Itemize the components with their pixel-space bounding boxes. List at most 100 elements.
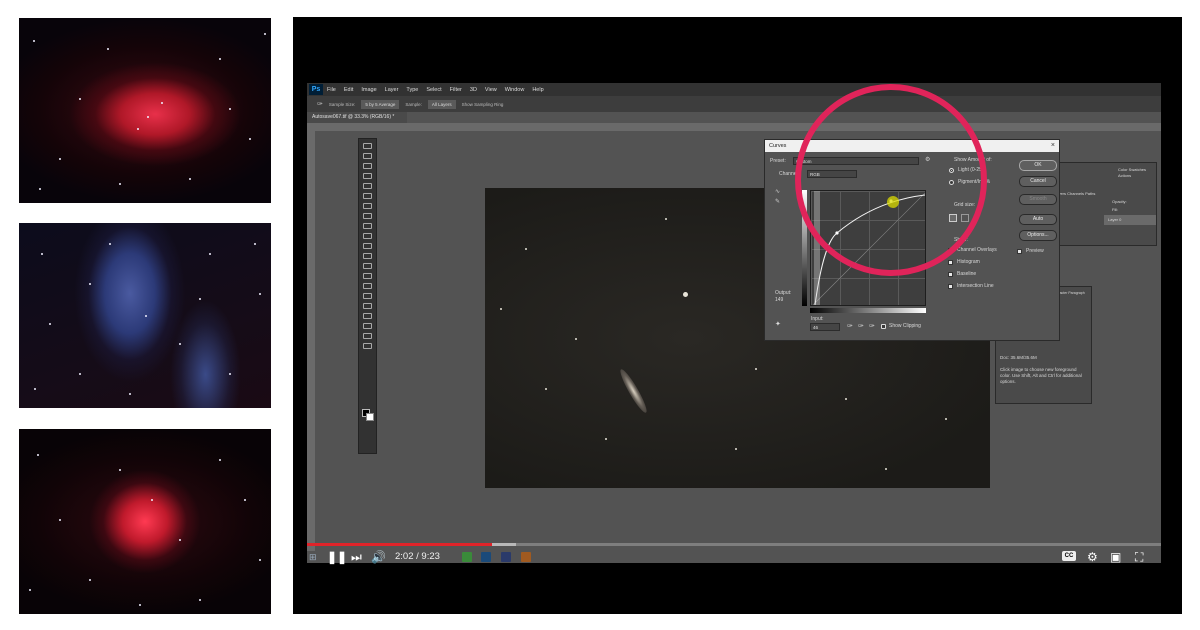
curve-tool-icon[interactable]: ∿: [775, 188, 780, 195]
witch-head-nebula-thumbnail: [19, 223, 271, 408]
ps-menu-help[interactable]: Help: [532, 87, 543, 93]
taskbar-app-icon: [501, 552, 511, 562]
taskbar-app-icon: [521, 552, 531, 562]
move-tool-icon[interactable]: [363, 143, 372, 149]
layers-tabs[interactable]: Layers Channels Paths: [1054, 191, 1095, 197]
sample-size-select[interactable]: 5 by 5 Average: [361, 99, 400, 109]
healing-tool-icon[interactable]: [363, 203, 372, 209]
quick-select-tool-icon[interactable]: [363, 173, 372, 179]
bubble-nebula-thumbnail: [19, 429, 271, 614]
show-sampling-ring-label[interactable]: Show Sampling Ring: [462, 102, 504, 107]
marquee-tool-icon[interactable]: [363, 153, 372, 159]
show-clipping-checkbox[interactable]: [881, 324, 886, 329]
brush-tool-icon[interactable]: [363, 213, 372, 219]
smooth-button[interactable]: Smooth: [1019, 194, 1057, 205]
layer-name: Layer 0: [1108, 217, 1122, 222]
background-color-swatch[interactable]: [366, 413, 374, 421]
cancel-button[interactable]: Cancel: [1019, 176, 1057, 187]
preview-label: Preview: [1026, 248, 1044, 254]
ok-button[interactable]: OK: [1019, 160, 1057, 171]
sample-label: Sample:: [405, 101, 422, 107]
miniplayer-icon[interactable]: ▣: [1110, 550, 1121, 564]
ps-options-bar: ✑ Sample Size: 5 by 5 Average Sample: Al…: [307, 96, 1161, 112]
sample-size-label: Sample Size:: [328, 101, 356, 107]
ps-menu-bar: Ps File Edit Image Layer Type Select Fil…: [307, 83, 1161, 96]
galaxy: [617, 367, 650, 415]
fill-label: Fill:: [1112, 207, 1119, 212]
captions-button[interactable]: CC: [1062, 551, 1076, 561]
zoom-tool-icon[interactable]: [363, 333, 372, 339]
thumbnail-stars: [19, 223, 271, 408]
ps-menu-edit[interactable]: Edit: [344, 87, 353, 93]
show-clipping-label: Show Clipping: [889, 323, 921, 329]
sample-select[interactable]: All Layers: [427, 99, 456, 109]
thumbnail-stars: [19, 429, 271, 614]
more-tools-icon[interactable]: [363, 343, 372, 349]
eyedropper-gray-icon[interactable]: ✑: [858, 322, 864, 330]
preset-label: Preset:: [770, 158, 786, 164]
target-adjust-icon[interactable]: ✦: [775, 320, 781, 328]
document-tab[interactable]: Autosave067.tif @ 33.3% (RGB/16) *: [307, 112, 407, 123]
fullscreen-icon[interactable]: ⛶: [1135, 550, 1143, 564]
input-value-field[interactable]: 46: [810, 323, 840, 331]
settings-icon[interactable]: ⚙: [1087, 550, 1098, 564]
blur-tool-icon[interactable]: [363, 263, 372, 269]
windows-start-icon: ⊞: [309, 552, 317, 562]
ps-menu-layer[interactable]: Layer: [385, 87, 399, 93]
baseline-checkbox[interactable]: [948, 272, 953, 277]
ps-menu-3d[interactable]: 3D: [470, 87, 477, 93]
options-button[interactable]: Options...: [1019, 230, 1057, 241]
volume-icon[interactable]: 🔊: [371, 550, 386, 564]
clone-stamp-tool-icon[interactable]: [363, 223, 372, 229]
curves-title: Curves: [769, 143, 787, 149]
lasso-tool-icon[interactable]: [363, 163, 372, 169]
eagle-nebula-thumbnail: [19, 18, 271, 203]
input-label: Input:: [811, 316, 824, 322]
pencil-tool-icon[interactable]: ✎: [775, 198, 780, 205]
type-tool-icon[interactable]: [363, 293, 372, 299]
layer-row[interactable]: Layer 0: [1104, 215, 1156, 225]
highlight-circle: [795, 84, 987, 276]
output-label: Output:: [775, 290, 792, 296]
ps-menu-filter[interactable]: Filter: [450, 87, 462, 93]
gradient-tool-icon[interactable]: [363, 253, 372, 259]
ps-menu-view[interactable]: View: [485, 87, 497, 93]
baseline-label: Baseline: [957, 271, 977, 277]
doc-size: Doc: 35.6M/35.6M: [1000, 355, 1037, 360]
horizontal-ruler: [307, 123, 1161, 131]
preview-checkbox[interactable]: [1017, 249, 1022, 254]
layers-panel: Color Swatches Actions Layers Channels P…: [1047, 162, 1157, 246]
history-brush-tool-icon[interactable]: [363, 233, 372, 239]
close-icon[interactable]: ×: [1051, 140, 1055, 152]
play-pause-icon[interactable]: ❚❚: [327, 550, 347, 564]
opacity-label: Opacity:: [1112, 199, 1127, 204]
eyedropper-black-icon[interactable]: ✑: [847, 322, 853, 330]
dodge-tool-icon[interactable]: [363, 273, 372, 279]
panel-top-tabs[interactable]: Color Swatches Actions: [1118, 167, 1156, 179]
time-display: 2:02 / 9:23: [395, 551, 440, 562]
output-value[interactable]: 149: [775, 297, 783, 303]
ps-menu-type[interactable]: Type: [406, 87, 418, 93]
taskbar-app-icon: [462, 552, 472, 562]
ps-menu-image[interactable]: Image: [361, 87, 376, 93]
auto-button[interactable]: Auto: [1019, 214, 1057, 225]
eyedropper-tool-icon[interactable]: [363, 193, 372, 199]
histogram-checkbox[interactable]: [948, 260, 953, 265]
video-player[interactable]: Ps File Edit Image Layer Type Select Fil…: [293, 17, 1182, 614]
shape-tool-icon[interactable]: [363, 313, 372, 319]
taskbar-app-icon: [481, 552, 491, 562]
pen-tool-icon[interactable]: [363, 283, 372, 289]
eraser-tool-icon[interactable]: [363, 243, 372, 249]
video-controls: ⊞ ❚❚ ⏭ 🔊 2:02 / 9:23 CC ⚙ ▣ ⛶: [307, 546, 1161, 568]
histogram-label: Histogram: [957, 259, 980, 265]
intersection-line-label: Intersection Line: [957, 283, 994, 289]
ps-menu-file[interactable]: File: [327, 87, 336, 93]
intersection-line-checkbox[interactable]: [948, 284, 953, 289]
crop-tool-icon[interactable]: [363, 183, 372, 189]
ps-menu-select[interactable]: Select: [426, 87, 441, 93]
eyedropper-white-icon[interactable]: ✑: [869, 322, 875, 330]
ps-menu-window[interactable]: Window: [505, 87, 525, 93]
hand-tool-icon[interactable]: [363, 323, 372, 329]
next-icon[interactable]: ⏭: [351, 550, 362, 564]
path-select-tool-icon[interactable]: [363, 303, 372, 309]
